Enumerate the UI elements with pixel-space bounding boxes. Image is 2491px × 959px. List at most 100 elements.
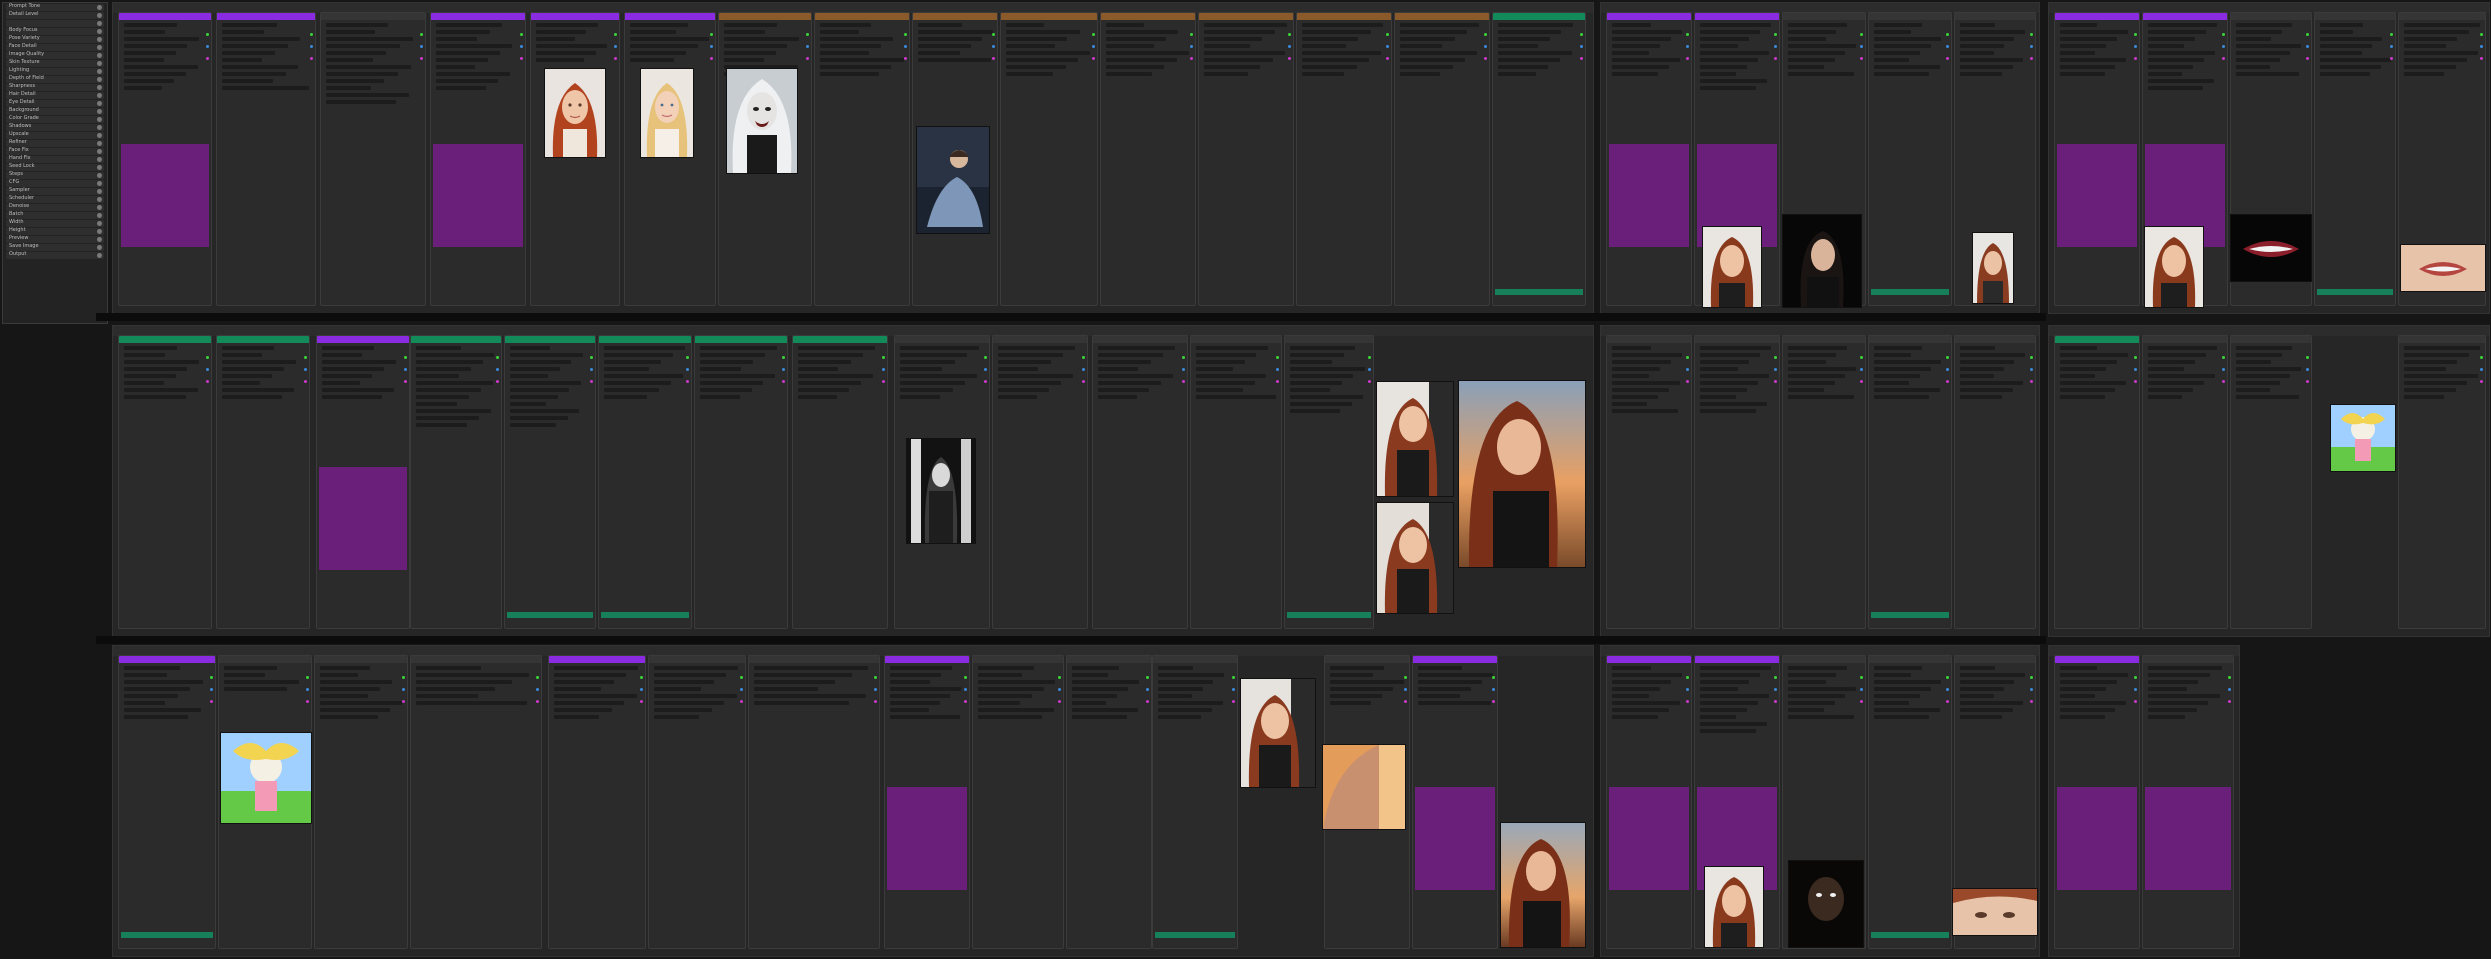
node-widget[interactable] [724, 51, 776, 55]
node-header[interactable] [317, 336, 409, 343]
node-widget[interactable] [1700, 72, 1737, 76]
connection-dot[interactable] [206, 33, 209, 36]
node-widget[interactable] [2148, 72, 2183, 76]
preview-image[interactable] [1972, 232, 2014, 304]
node-header[interactable] [431, 13, 525, 20]
node-widget[interactable] [2236, 30, 2282, 34]
node-widget[interactable] [2236, 72, 2300, 76]
connection-dot[interactable] [1058, 676, 1061, 679]
node-widget[interactable] [2236, 51, 2291, 55]
toggle-switch[interactable] [97, 149, 102, 154]
connection-dot[interactable] [2030, 676, 2033, 679]
connection-dot[interactable] [964, 676, 967, 679]
node-widget[interactable] [1158, 673, 1225, 677]
node-widget[interactable] [654, 708, 712, 712]
node-widget[interactable] [322, 388, 394, 392]
node-widget[interactable] [1874, 687, 1931, 691]
node-widget[interactable] [1612, 715, 1659, 719]
node-widget[interactable] [1498, 58, 1560, 62]
node-widget[interactable] [124, 72, 186, 76]
node-widget[interactable] [900, 367, 943, 371]
connection-dot[interactable] [210, 688, 213, 691]
node-header[interactable] [219, 656, 311, 663]
node-widget[interactable] [1788, 65, 1825, 69]
node-widget[interactable] [1290, 395, 1364, 399]
node-widget[interactable] [890, 666, 953, 670]
connection-dot[interactable] [984, 380, 987, 383]
node-widget[interactable] [1788, 694, 1846, 698]
node-header[interactable] [1607, 13, 1691, 20]
connection-dot[interactable] [1774, 33, 1777, 36]
workflow-node[interactable] [884, 655, 970, 949]
connection-dot[interactable] [710, 57, 713, 60]
node-widget[interactable] [2236, 395, 2300, 399]
node-widget[interactable] [2060, 367, 2107, 371]
connection-dot[interactable] [1484, 57, 1487, 60]
connection-dot[interactable] [710, 45, 713, 48]
node-widget[interactable] [1960, 72, 2003, 76]
node-widget[interactable] [1098, 360, 1151, 364]
connection-dot[interactable] [1774, 45, 1777, 48]
node-widget[interactable] [124, 666, 180, 670]
node-widget[interactable] [1400, 72, 1441, 76]
node-widget[interactable] [1498, 44, 1538, 48]
node-header[interactable] [1297, 13, 1391, 20]
connection-dot[interactable] [1288, 57, 1291, 60]
node-widget[interactable] [222, 388, 294, 392]
node-widget[interactable] [1302, 23, 1383, 27]
node-widget[interactable] [2060, 388, 2116, 392]
node-widget[interactable] [222, 346, 274, 350]
sidebar-option-row[interactable]: Face Detail [6, 43, 104, 51]
node-widget[interactable] [1700, 381, 1758, 385]
node-widget[interactable] [124, 346, 178, 350]
connection-dot[interactable] [590, 356, 593, 359]
node-widget[interactable] [1700, 30, 1760, 34]
node-widget[interactable] [2236, 23, 2292, 27]
connection-dot[interactable] [1386, 45, 1389, 48]
node-widget[interactable] [654, 694, 737, 698]
node-widget[interactable] [510, 360, 572, 364]
sidebar-option-row[interactable]: CFG [6, 179, 104, 187]
workflow-node[interactable] [2142, 335, 2228, 629]
node-widget[interactable] [1158, 680, 1214, 684]
preview-image[interactable] [1322, 744, 1406, 830]
node-widget[interactable] [604, 360, 662, 364]
node-widget[interactable] [2148, 367, 2185, 371]
node-widget[interactable] [1072, 715, 1127, 719]
node-widget[interactable] [320, 694, 368, 698]
node-header[interactable] [1493, 13, 1585, 20]
node-header[interactable] [2055, 13, 2139, 20]
node-widget[interactable] [700, 388, 752, 392]
node-widget[interactable] [1158, 701, 1223, 705]
connection-dot[interactable] [2306, 380, 2309, 383]
preview-image[interactable] [2144, 226, 2204, 308]
connection-dot[interactable] [2134, 688, 2137, 691]
toggle-switch[interactable] [97, 125, 102, 130]
connection-dot[interactable] [1288, 45, 1291, 48]
node-widget[interactable] [1874, 701, 1910, 705]
sidebar-option-row[interactable]: Depth of Field [6, 75, 104, 83]
connection-dot[interactable] [1484, 45, 1487, 48]
node-widget[interactable] [2404, 72, 2445, 76]
node-widget[interactable] [1700, 353, 1760, 357]
node-widget[interactable] [1330, 666, 1384, 670]
workflow-node[interactable] [1198, 12, 1294, 306]
connection-dot[interactable] [874, 676, 877, 679]
connection-dot[interactable] [964, 700, 967, 703]
node-widget[interactable] [820, 65, 892, 69]
node-widget[interactable] [416, 687, 496, 691]
sidebar-option-row[interactable]: Image Quality [6, 51, 104, 59]
connection-dot[interactable] [520, 45, 523, 48]
connection-dot[interactable] [1492, 688, 1495, 691]
node-widget[interactable] [222, 367, 284, 371]
connection-dot[interactable] [1092, 57, 1095, 60]
connection-dot[interactable] [2030, 688, 2033, 691]
node-header[interactable] [1395, 13, 1489, 20]
node-header[interactable] [719, 13, 811, 20]
node-widget[interactable] [2148, 353, 2206, 357]
workflow-node[interactable] [1606, 655, 1692, 949]
connection-dot[interactable] [992, 57, 995, 60]
connection-dot[interactable] [2228, 688, 2231, 691]
sidebar-option-row[interactable]: Output [6, 251, 104, 259]
node-widget[interactable] [998, 381, 1061, 385]
